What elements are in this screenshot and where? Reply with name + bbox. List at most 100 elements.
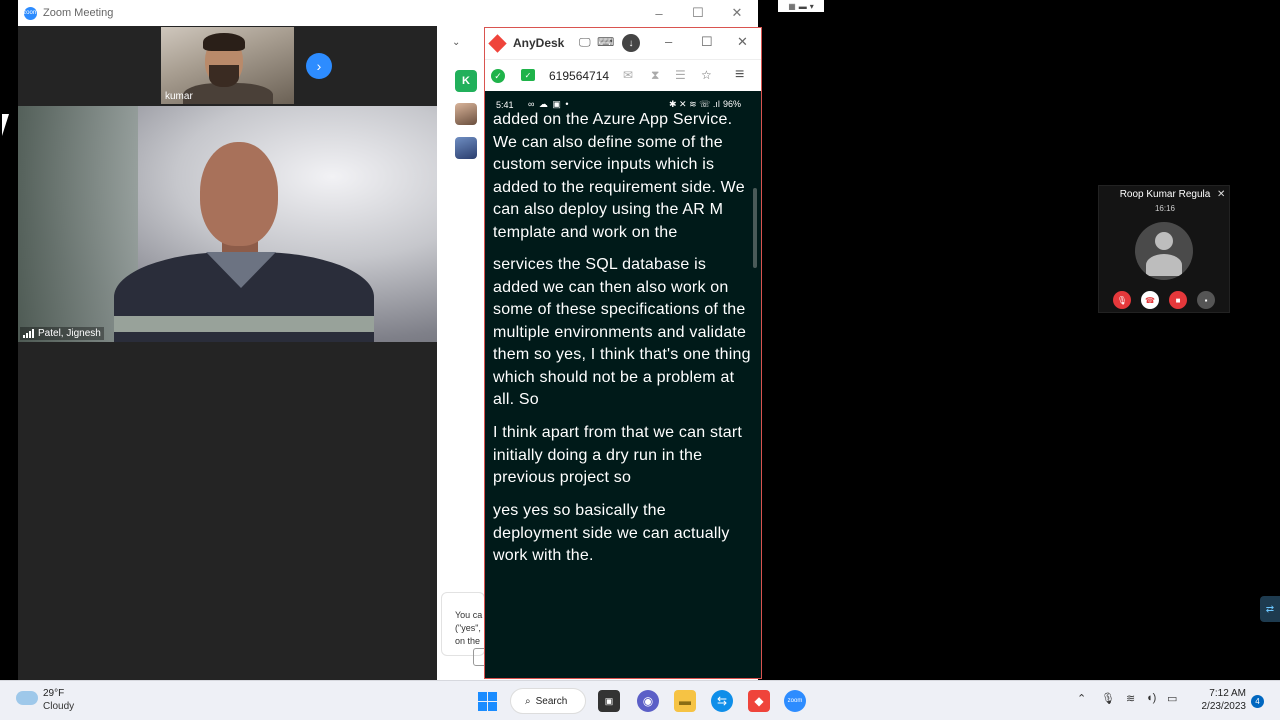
battery-icon[interactable]: ▭	[1167, 692, 1177, 705]
wifi-icon[interactable]: ≋	[1126, 692, 1135, 705]
remote-monitor-icon[interactable]: ✓	[521, 69, 535, 81]
hamburger-menu-icon[interactable]: ≡	[735, 66, 744, 84]
zoom-icon: zoom	[787, 698, 803, 704]
star-icon[interactable]: ☆	[701, 68, 712, 82]
anydesk-title: AnyDesk	[513, 36, 565, 50]
mini-toolbar[interactable]: ▦ ▬ ▾	[778, 0, 824, 12]
mini-call-window[interactable]: Roop Kumar Regula ✕ 16:16 🎙 ☎ ■ ▪	[1098, 185, 1230, 313]
teams-icon: ◉	[642, 694, 654, 708]
close-icon[interactable]: ✕	[1217, 189, 1225, 200]
call-duration: 16:16	[1154, 204, 1176, 213]
taskbar-search[interactable]: ⌕ Search	[510, 688, 586, 714]
taskbar: 29°F Cloudy ⌕ Search ▣ ◉ ▬ ⇆ ◆ zoom ⌃ 🎙 …	[0, 680, 1280, 720]
speaker-face	[200, 142, 278, 246]
next-page-button[interactable]: ›	[306, 53, 332, 79]
participant-beard	[209, 65, 239, 87]
caller-name: Roop Kumar Regula	[1119, 189, 1211, 200]
chat-message-line: ("yes",	[455, 623, 481, 633]
close-button[interactable]: ✕	[718, 0, 756, 26]
search-label: Search	[535, 695, 568, 707]
microphone-icon: 🎙	[1116, 295, 1128, 305]
start-button[interactable]	[476, 690, 498, 712]
keyboard-icon[interactable]: ⌨	[597, 35, 614, 49]
minimize-button[interactable]: –	[665, 34, 672, 49]
task-view-button[interactable]: ▣	[598, 690, 620, 712]
notification-badge[interactable]: 4	[1251, 695, 1264, 708]
live-caption-block: I think apart from that we can start ini…	[493, 424, 743, 486]
participant-hair	[203, 33, 245, 51]
participant-name-label: kumar	[165, 91, 193, 102]
maximize-button[interactable]: ☐	[701, 34, 713, 50]
chat-avatar-k[interactable]: K	[455, 70, 477, 92]
desktop: ▦ ▬ ▾ zoom Zoom Meeting – ☐ ✕ kumar › Pa…	[0, 0, 1280, 720]
hang-up-icon: ☎	[1145, 295, 1155, 305]
minimize-button[interactable]: –	[640, 0, 678, 26]
signal-strength-icon	[23, 329, 34, 338]
video-button[interactable]: ■	[1169, 291, 1187, 309]
chevron-up-icon[interactable]: ⌃	[1077, 692, 1086, 705]
caller-avatar	[1135, 222, 1193, 280]
session-id: 619564714	[549, 69, 610, 83]
phone-battery: 96%	[723, 99, 742, 109]
chat-avatar-photo[interactable]	[455, 103, 477, 125]
chat-message-line: on the	[455, 636, 481, 646]
minus-icon: ▬	[798, 1, 807, 11]
hourglass-icon[interactable]: ⧗	[651, 68, 659, 83]
monitor-icon[interactable]: 🖵	[579, 35, 591, 50]
mouse-cursor-icon	[2, 114, 9, 136]
active-speaker-video[interactable]: Patel, Jignesh	[18, 106, 437, 342]
caption-scrollbar[interactable]	[753, 188, 757, 268]
grid-icon: ▦	[788, 1, 796, 11]
clock-time[interactable]: 7:12 AM	[1190, 688, 1246, 699]
live-caption-block: added on the Azure App Service. We can a…	[493, 111, 745, 241]
teamviewer-button[interactable]: ⇆	[711, 690, 733, 712]
zoom-button[interactable]: zoom	[784, 690, 806, 712]
anydesk-logo-icon	[488, 34, 507, 53]
download-icon[interactable]: ↓	[622, 34, 640, 52]
microphone-icon[interactable]: 🎙	[1101, 692, 1115, 705]
live-caption-block: yes yes so basically the deployment side…	[493, 502, 730, 564]
zoom-logo-icon: zoom	[23, 6, 38, 20]
more-button[interactable]: ▪	[1197, 291, 1215, 309]
task-view-icon: ▣	[604, 695, 614, 706]
zoom-titlebar: zoom Zoom Meeting – ☐ ✕	[18, 0, 758, 26]
avatar-body	[1146, 254, 1182, 276]
chat-message-preview[interactable]: You ca ("yes", on the	[441, 592, 485, 656]
clock-date[interactable]: 2/23/2023	[1190, 701, 1247, 712]
speaker-sweater-stripe	[114, 316, 374, 332]
end-call-button[interactable]: ☎	[1141, 291, 1159, 309]
anydesk-session-toolbar: ✓ ✓ 619564714 ✉ ⧗ ☰ ☆ ≡	[485, 59, 761, 91]
chevron-down-icon: ▾	[809, 1, 814, 11]
anydesk-titlebar: AnyDesk 🖵 ⌨ ↓ – ☐ ✕	[485, 28, 761, 59]
weather-condition[interactable]: Cloudy	[43, 701, 74, 712]
weather-temperature[interactable]: 29°F	[43, 688, 64, 699]
speaker-icon[interactable]: ◖)	[1146, 692, 1156, 704]
folder-icon: ▬	[679, 694, 691, 708]
speaker-name-label: Patel, Jignesh	[20, 327, 104, 340]
camera-icon: ■	[1175, 295, 1181, 305]
close-button[interactable]: ✕	[737, 34, 748, 50]
teams-button[interactable]: ◉	[637, 690, 659, 712]
zoom-window-title: Zoom Meeting	[43, 7, 114, 19]
database-icon[interactable]: ☰	[675, 68, 686, 82]
speaker-name: Patel, Jignesh	[38, 328, 101, 339]
chevron-down-icon[interactable]: ⌄	[452, 37, 460, 48]
chat-icon[interactable]: ✉	[623, 68, 633, 82]
windows-logo-icon	[477, 691, 497, 711]
anydesk-button[interactable]: ◆	[748, 690, 770, 712]
maximize-button[interactable]: ☐	[679, 0, 717, 26]
live-caption-block: services the SQL database is added we ca…	[493, 256, 751, 408]
cloud-icon[interactable]	[16, 691, 38, 705]
avatar-head	[1155, 232, 1173, 250]
anydesk-icon: ◆	[754, 694, 764, 708]
search-icon: ⌕	[525, 695, 531, 707]
chevron-right-icon: ›	[316, 58, 322, 74]
check-icon: ✓	[491, 69, 505, 83]
file-explorer-button[interactable]: ▬	[674, 690, 696, 712]
teamviewer-icon: ⇄	[1265, 603, 1275, 615]
chat-avatar-photo[interactable]	[455, 137, 477, 159]
mute-button[interactable]: 🎙	[1113, 291, 1131, 309]
teamviewer-icon: ⇆	[716, 694, 728, 708]
teamviewer-side-tab[interactable]: ⇄	[1260, 596, 1280, 622]
participant-tile-kumar[interactable]: kumar	[161, 27, 294, 104]
